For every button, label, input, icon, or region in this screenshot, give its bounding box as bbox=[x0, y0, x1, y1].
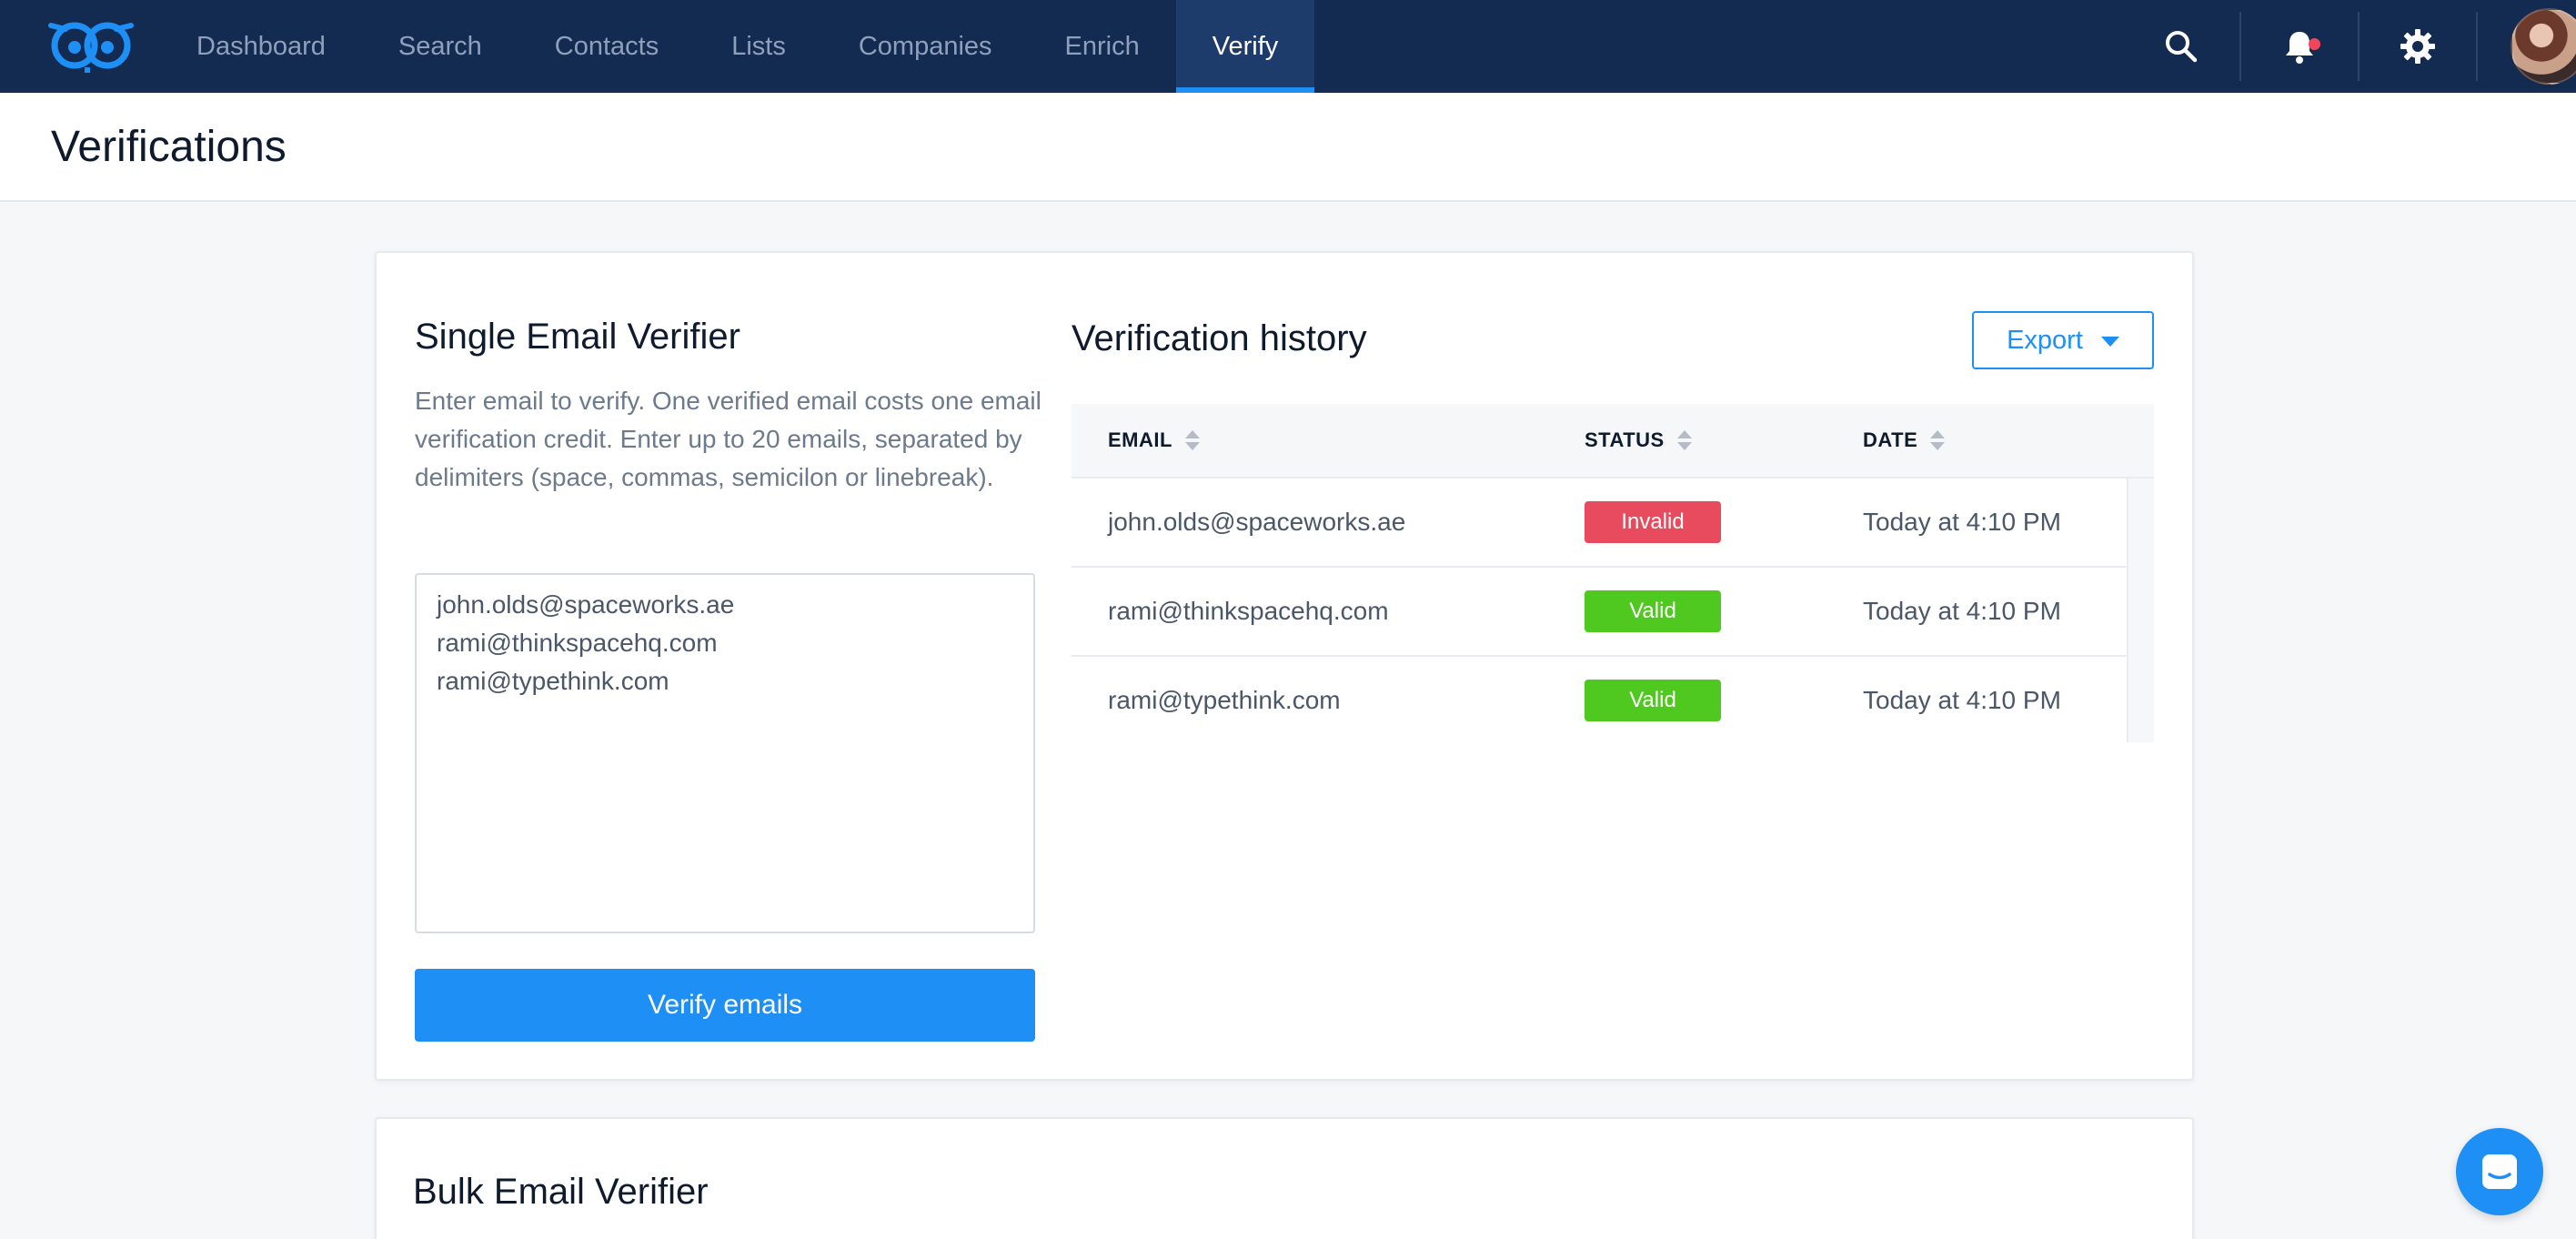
nav-item-label: Verify bbox=[1212, 31, 1279, 61]
bulk-verifier-card: Bulk Email Verifier bbox=[375, 1117, 2194, 1239]
single-verifier-description: Enter email to verify. One verified emai… bbox=[415, 387, 1041, 491]
verify-emails-button[interactable]: Verify emails bbox=[415, 969, 1035, 1042]
status-cell: Valid bbox=[1585, 568, 1721, 655]
export-label: Export bbox=[2007, 325, 2083, 355]
sort-icon bbox=[1676, 430, 1692, 450]
status-cell: Invalid bbox=[1585, 478, 1721, 566]
nav-divider bbox=[2476, 12, 2478, 81]
chat-launcher-button[interactable] bbox=[2456, 1128, 2543, 1215]
page-title: Verifications bbox=[51, 123, 287, 171]
table-row: rami@typethink.com Valid Today at 4:10 P… bbox=[1072, 657, 2127, 742]
status-cell: Valid bbox=[1585, 657, 1721, 742]
column-header-label: STATUS bbox=[1585, 428, 1665, 451]
date-cell: Today at 4:10 PM bbox=[1863, 508, 2061, 536]
email-cell: john.olds@spaceworks.ae bbox=[1108, 508, 1406, 536]
table-header: EMAIL STATUS DATE bbox=[1072, 404, 2154, 478]
nav-item-verify[interactable]: Verify bbox=[1175, 0, 1315, 93]
nav-item-label: Lists bbox=[731, 31, 786, 61]
search-icon bbox=[2166, 31, 2198, 63]
bulk-verifier-title: Bulk Email Verifier bbox=[413, 1172, 709, 1212]
page-header: Verifications bbox=[0, 93, 2576, 202]
status-badge-valid: Valid bbox=[1585, 680, 1721, 721]
verifier-card: Single Email Verifier Enter email to ver… bbox=[375, 251, 2194, 1081]
verification-history-title: Verification history bbox=[1072, 318, 1367, 358]
column-header-status[interactable]: STATUS bbox=[1585, 428, 1692, 452]
date-cell: Today at 4:10 PM bbox=[1863, 686, 2061, 714]
brand-logo[interactable] bbox=[47, 16, 135, 75]
nav-item-label: Search bbox=[397, 31, 482, 61]
sort-icon bbox=[1930, 430, 1946, 450]
chat-icon bbox=[2482, 1154, 2517, 1189]
nav-actions bbox=[2123, 0, 2576, 93]
gear-icon bbox=[2400, 29, 2435, 64]
date-cell: Today at 4:10 PM bbox=[1863, 597, 2061, 625]
nav-menu: Dashboard Search Contacts Lists Companie… bbox=[160, 0, 1315, 93]
nav-item-label: Companies bbox=[858, 31, 992, 61]
email-cell: rami@thinkspacehq.com bbox=[1108, 597, 1389, 625]
notification-dot bbox=[2309, 38, 2320, 50]
table-scrollbar[interactable] bbox=[2127, 478, 2154, 742]
nav-item-enrich[interactable]: Enrich bbox=[1029, 0, 1176, 93]
column-header-email[interactable]: EMAIL bbox=[1108, 428, 1200, 452]
export-dropdown-button[interactable]: Export bbox=[1972, 311, 2154, 369]
nav-item-dashboard[interactable]: Dashboard bbox=[160, 0, 362, 93]
table-body: john.olds@spaceworks.ae Invalid Today at… bbox=[1072, 478, 2154, 742]
column-header-label: DATE bbox=[1863, 428, 1918, 451]
table-row: rami@thinkspacehq.com Valid Today at 4:1… bbox=[1072, 568, 2127, 657]
column-header-date[interactable]: DATE bbox=[1863, 428, 1946, 452]
top-nav: Dashboard Search Contacts Lists Companie… bbox=[0, 0, 2576, 93]
caret-down-icon bbox=[2100, 337, 2119, 347]
search-button[interactable] bbox=[2123, 0, 2239, 93]
sort-icon bbox=[1184, 430, 1200, 450]
nav-item-lists[interactable]: Lists bbox=[695, 0, 822, 93]
settings-button[interactable] bbox=[2360, 0, 2476, 93]
nav-item-companies[interactable]: Companies bbox=[822, 0, 1029, 93]
email-cell: rami@typethink.com bbox=[1108, 686, 1341, 714]
table-row: john.olds@spaceworks.ae Invalid Today at… bbox=[1072, 478, 2127, 568]
emails-input[interactable]: john.olds@spaceworks.ae rami@thinkspaceh… bbox=[415, 573, 1035, 933]
nav-item-search[interactable]: Search bbox=[362, 0, 518, 93]
nav-item-label: Contacts bbox=[554, 31, 659, 61]
user-avatar[interactable] bbox=[2511, 8, 2576, 85]
single-verifier-title: Single Email Verifier bbox=[415, 317, 740, 357]
nav-item-label: Enrich bbox=[1064, 31, 1140, 61]
nav-item-label: Dashboard bbox=[196, 31, 326, 61]
notifications-button[interactable] bbox=[2241, 0, 2358, 93]
verification-history-table: EMAIL STATUS DATE john.olds@spaceworks.a… bbox=[1072, 404, 2154, 742]
status-badge-invalid: Invalid bbox=[1585, 501, 1721, 543]
nav-item-contacts[interactable]: Contacts bbox=[518, 0, 695, 93]
status-badge-valid: Valid bbox=[1585, 590, 1721, 632]
column-header-label: EMAIL bbox=[1108, 428, 1172, 451]
